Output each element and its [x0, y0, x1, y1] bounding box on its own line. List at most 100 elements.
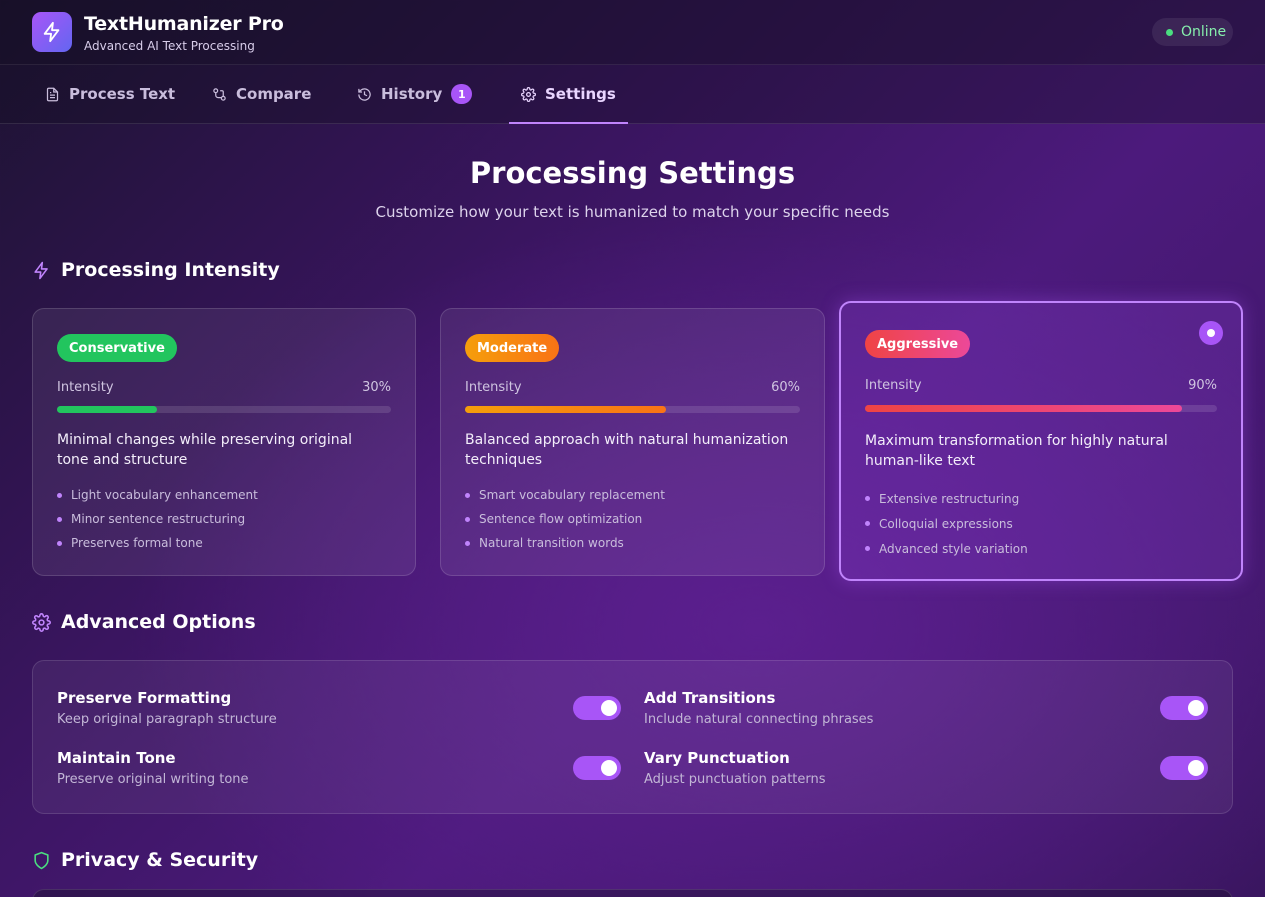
feature-text: Extensive restructuring	[879, 491, 1020, 506]
tab-label: Compare	[236, 85, 312, 103]
gear-icon	[521, 86, 536, 102]
list-item: Extensive restructuring	[865, 486, 1028, 511]
intensity-bar-fill	[865, 405, 1182, 412]
option-description: Include natural connecting phrases	[644, 712, 874, 727]
list-item: Sentence flow optimization	[465, 507, 665, 531]
list-item: Light vocabulary enhancement	[57, 483, 258, 507]
advanced-options-panel: Preserve Formatting Keep original paragr…	[32, 660, 1233, 814]
feature-list: Extensive restructuring Colloquial expre…	[865, 486, 1028, 561]
section-title-text: Advanced Options	[61, 611, 256, 633]
feature-text: Light vocabulary enhancement	[71, 488, 258, 502]
intensity-bar-fill	[465, 406, 666, 413]
bullet-icon	[865, 546, 870, 551]
level-badge: Conservative	[57, 334, 177, 362]
vary-punctuation-toggle[interactable]	[1160, 756, 1208, 780]
list-item: Smart vocabulary replacement	[465, 483, 665, 507]
status-text: Online	[1181, 24, 1227, 40]
compare-icon	[213, 87, 226, 101]
tab-label: History	[381, 85, 443, 103]
add-transitions-toggle[interactable]	[1160, 696, 1208, 720]
bullet-icon	[465, 492, 470, 498]
tab-history[interactable]: History 1	[357, 65, 473, 123]
bullet-icon	[57, 492, 62, 498]
lightning-icon	[34, 261, 48, 279]
card-description: Maximum transformation for highly natura…	[865, 433, 1168, 469]
intensity-value: 60%	[771, 380, 800, 395]
bullet-icon	[865, 496, 870, 501]
toggle-knob	[601, 760, 617, 776]
intensity-bar	[57, 406, 391, 413]
intensity-value: 90%	[1188, 378, 1217, 393]
feature-text: Colloquial expressions	[879, 516, 1013, 531]
feature-text: Sentence flow optimization	[479, 512, 643, 526]
tab-bar: Process Text Compare History 1 Settings	[0, 65, 1265, 124]
intensity-label: Intensity	[465, 380, 522, 395]
list-item: Natural transition words	[465, 531, 665, 555]
bullet-icon	[57, 516, 62, 522]
option-description: Keep original paragraph structure	[57, 712, 277, 727]
feature-text: Smart vocabulary replacement	[479, 488, 665, 502]
page-subtitle: Customize how your text is humanized to …	[375, 203, 890, 221]
app-subtitle: Advanced AI Text Processing	[84, 39, 255, 53]
toggle-knob	[1188, 700, 1204, 716]
tab-settings[interactable]: Settings	[509, 65, 628, 124]
tab-label: Process Text	[69, 85, 176, 103]
gear-icon	[32, 612, 51, 632]
section-title-text: Processing Intensity	[61, 259, 280, 281]
preserve-formatting-toggle[interactable]	[573, 696, 621, 720]
history-icon	[358, 87, 371, 101]
selected-radio-icon[interactable]	[1199, 321, 1223, 345]
section-title-privacy: Privacy & Security	[32, 849, 258, 871]
option-description: Preserve original writing tone	[57, 772, 249, 787]
option-title: Vary Punctuation	[644, 749, 790, 767]
intensity-card-moderate[interactable]: Moderate Intensity 60% Balanced approach…	[440, 308, 825, 576]
tab-label: Settings	[545, 85, 616, 103]
card-description: Balanced approach with natural humanizat…	[465, 432, 789, 468]
intensity-bar	[865, 405, 1217, 412]
document-icon	[46, 87, 59, 101]
tab-process-text[interactable]: Process Text	[45, 65, 175, 123]
bullet-icon	[465, 540, 470, 546]
privacy-panel	[32, 889, 1233, 897]
status-badge: Online	[1152, 18, 1233, 46]
option-title: Preserve Formatting	[57, 689, 232, 707]
intensity-label: Intensity	[57, 380, 114, 395]
bullet-icon	[57, 540, 62, 546]
section-title-intensity: Processing Intensity	[32, 259, 280, 281]
tab-compare[interactable]: Compare	[212, 65, 311, 123]
section-title-advanced: Advanced Options	[32, 611, 256, 633]
toggle-knob	[1188, 760, 1204, 776]
active-tab-indicator	[509, 122, 628, 124]
section-title-text: Privacy & Security	[61, 849, 259, 871]
intensity-card-conservative[interactable]: Conservative Intensity 30% Minimal chang…	[32, 308, 416, 576]
bullet-icon	[465, 516, 470, 522]
level-badge: Moderate	[465, 334, 560, 362]
intensity-value: 30%	[362, 380, 391, 395]
app-title: TextHumanizer Pro	[84, 13, 284, 35]
page-title: Processing Settings	[469, 156, 796, 190]
history-count-badge: 1	[451, 84, 473, 104]
list-item: Preserves formal tone	[57, 531, 258, 555]
feature-text: Minor sentence restructuring	[71, 512, 246, 526]
feature-text: Preserves formal tone	[71, 536, 203, 550]
option-title: Add Transitions	[644, 689, 776, 707]
maintain-tone-toggle[interactable]	[573, 756, 621, 780]
shield-icon	[34, 851, 49, 869]
status-dot-icon	[1166, 28, 1173, 36]
feature-text: Natural transition words	[479, 536, 624, 550]
card-description: Minimal changes while preserving origina…	[57, 432, 353, 468]
level-badge: Aggressive	[865, 330, 971, 358]
option-description: Adjust punctuation patterns	[644, 772, 826, 787]
toggle-knob	[601, 700, 617, 716]
lightning-icon	[43, 21, 60, 43]
intensity-card-aggressive[interactable]: Aggressive Intensity 90% Maximum transfo…	[839, 301, 1243, 581]
feature-list: Light vocabulary enhancement Minor sente…	[57, 483, 258, 555]
bullet-icon	[865, 521, 870, 526]
list-item: Minor sentence restructuring	[57, 507, 258, 531]
radio-dot	[1207, 329, 1215, 337]
list-item: Colloquial expressions	[865, 511, 1028, 536]
feature-list: Smart vocabulary replacement Sentence fl…	[465, 483, 665, 555]
intensity-label: Intensity	[865, 378, 922, 393]
intensity-bar-fill	[57, 406, 158, 413]
app-header: TextHumanizer Pro Advanced AI Text Proce…	[0, 0, 1265, 65]
